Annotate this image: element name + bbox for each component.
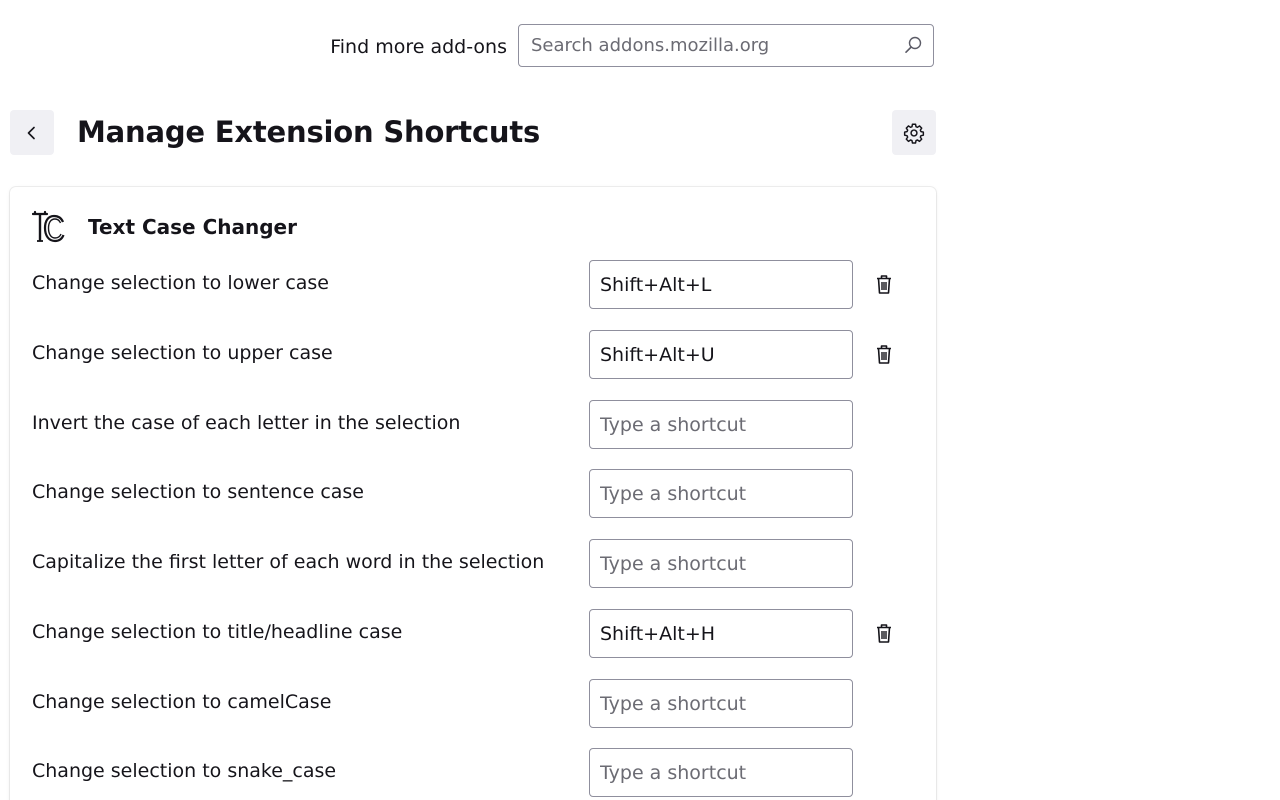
shortcut-row: Capitalize the first letter of each word… bbox=[10, 539, 936, 589]
extension-name: Text Case Changer bbox=[88, 215, 297, 239]
shortcut-input[interactable] bbox=[589, 748, 853, 797]
trash-icon[interactable] bbox=[872, 621, 896, 645]
shortcut-row: Invert the case of each letter in the se… bbox=[10, 400, 936, 450]
addons-shortcuts-page: Find more add-ons Manage Extension Short… bbox=[0, 0, 1280, 800]
back-button[interactable] bbox=[10, 110, 54, 155]
trash-icon[interactable] bbox=[872, 272, 896, 296]
shortcut-row: Change selection to sentence case bbox=[10, 469, 936, 519]
gear-icon bbox=[903, 123, 925, 144]
command-label: Change selection to camelCase bbox=[32, 691, 332, 713]
shortcut-input[interactable] bbox=[589, 469, 853, 518]
extension-card: Text Case Changer Change selection to lo… bbox=[10, 187, 936, 800]
chevron-left-icon bbox=[27, 126, 35, 139]
shortcut-row: Change selection to snake_case bbox=[10, 748, 936, 798]
search-input[interactable] bbox=[519, 25, 889, 66]
shortcut-input[interactable] bbox=[589, 539, 853, 588]
shortcut-input[interactable] bbox=[589, 260, 853, 309]
shortcut-row: Change selection to upper case bbox=[10, 330, 936, 380]
shortcut-input[interactable] bbox=[589, 609, 853, 658]
trash-icon[interactable] bbox=[872, 342, 896, 366]
command-label: Invert the case of each letter in the se… bbox=[32, 412, 461, 434]
command-label: Change selection to lower case bbox=[32, 272, 329, 294]
shortcut-input[interactable] bbox=[589, 330, 853, 379]
text-case-changer-logo-icon bbox=[32, 210, 65, 243]
shortcut-row: Change selection to title/headline case bbox=[10, 609, 936, 659]
shortcut-row: Change selection to camelCase bbox=[10, 679, 936, 729]
find-addons-label: Find more add-ons bbox=[330, 36, 507, 58]
command-label: Change selection to upper case bbox=[32, 342, 333, 364]
settings-button[interactable] bbox=[892, 110, 936, 155]
command-label: Change selection to title/headline case bbox=[32, 621, 403, 643]
search-icon[interactable] bbox=[903, 35, 923, 55]
search-box[interactable] bbox=[518, 24, 934, 67]
command-label: Change selection to snake_case bbox=[32, 760, 337, 782]
command-label: Change selection to sentence case bbox=[32, 481, 364, 503]
shortcut-input[interactable] bbox=[589, 400, 853, 449]
extension-header: Text Case Changer bbox=[32, 209, 297, 245]
page-title: Manage Extension Shortcuts bbox=[77, 115, 541, 149]
shortcut-row: Change selection to lower case bbox=[10, 260, 936, 310]
shortcut-input[interactable] bbox=[589, 679, 853, 728]
find-addons-row: Find more add-ons bbox=[0, 24, 936, 69]
command-label: Capitalize the first letter of each word… bbox=[32, 551, 545, 573]
